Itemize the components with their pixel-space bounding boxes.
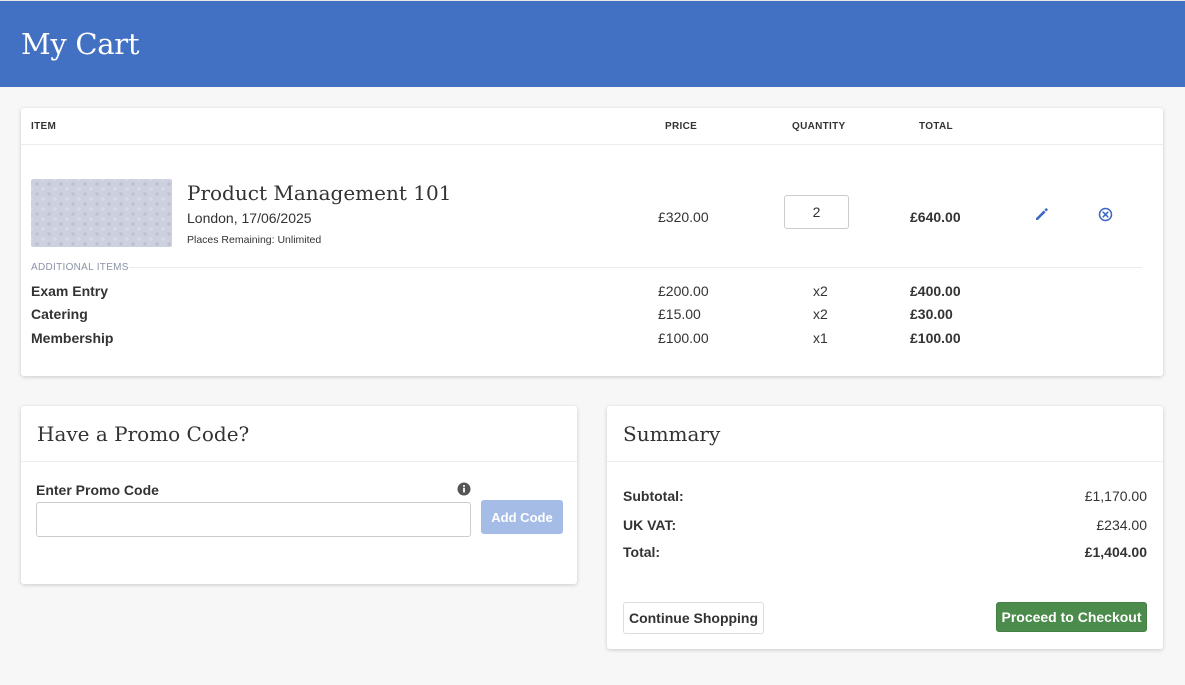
promo-code-input[interactable] <box>36 502 471 537</box>
proceed-to-checkout-button[interactable]: Proceed to Checkout <box>996 602 1147 632</box>
column-header-price: PRICE <box>665 121 698 132</box>
additional-item-price: £100.00 <box>658 330 709 346</box>
places-remaining: Places Remaining: Unlimited <box>187 234 322 246</box>
promo-code-label: Enter Promo Code <box>36 482 159 498</box>
summary-card-divider <box>607 461 1163 462</box>
additional-item-quantity: x2 <box>813 306 828 322</box>
page-title: My Cart <box>21 27 140 61</box>
additional-items-label: ADDITIONAL ITEMS <box>31 262 129 273</box>
column-header-quantity: QUANTITY <box>792 121 846 132</box>
column-header-item: ITEM <box>31 121 57 132</box>
additional-item-price: £15.00 <box>658 306 701 322</box>
product-thumbnail <box>31 179 172 247</box>
page-header: My Cart <box>0 0 1185 87</box>
additional-item-quantity: x2 <box>813 283 828 299</box>
additional-item-name: Catering <box>31 306 88 322</box>
additional-item-quantity: x1 <box>813 330 828 346</box>
summary-card: Summary Subtotal: £1,170.00 UK VAT: £234… <box>607 406 1163 649</box>
total-label: Total: <box>623 544 661 560</box>
header-divider <box>21 144 1163 145</box>
additional-item-total: £400.00 <box>910 283 961 299</box>
vat-label: UK VAT: <box>623 517 677 533</box>
pencil-icon[interactable] <box>1034 206 1050 222</box>
promo-card-title: Have a Promo Code? <box>37 422 250 446</box>
product-price: £320.00 <box>658 209 709 225</box>
summary-card-title: Summary <box>623 422 721 446</box>
vat-value: £234.00 <box>1096 517 1147 533</box>
product-name: Product Management 101 <box>187 181 452 205</box>
additional-item-name: Exam Entry <box>31 283 109 299</box>
additional-items-divider <box>31 267 1142 268</box>
close-circle-icon[interactable] <box>1098 207 1113 222</box>
additional-item-total: £30.00 <box>910 306 953 322</box>
promo-card-divider <box>21 461 577 462</box>
column-header-total: TOTAL <box>919 121 953 132</box>
cart-table: ITEM PRICE QUANTITY TOTAL Product Manage… <box>21 108 1163 376</box>
additional-item-total: £100.00 <box>910 330 961 346</box>
additional-item-price: £200.00 <box>658 283 709 299</box>
add-code-button[interactable]: Add Code <box>481 500 563 534</box>
quantity-input[interactable]: 2 <box>784 195 849 229</box>
subtotal-value: £1,170.00 <box>1084 488 1147 504</box>
subtotal-label: Subtotal: <box>623 488 684 504</box>
additional-item-name: Membership <box>31 330 114 346</box>
info-icon[interactable] <box>457 482 471 496</box>
product-total: £640.00 <box>910 209 961 225</box>
product-location-date: London, 17/06/2025 <box>187 210 312 226</box>
continue-shopping-button[interactable]: Continue Shopping <box>623 602 764 634</box>
total-value: £1,404.00 <box>1084 544 1147 560</box>
promo-code-card: Have a Promo Code? Enter Promo Code Add … <box>21 406 577 584</box>
